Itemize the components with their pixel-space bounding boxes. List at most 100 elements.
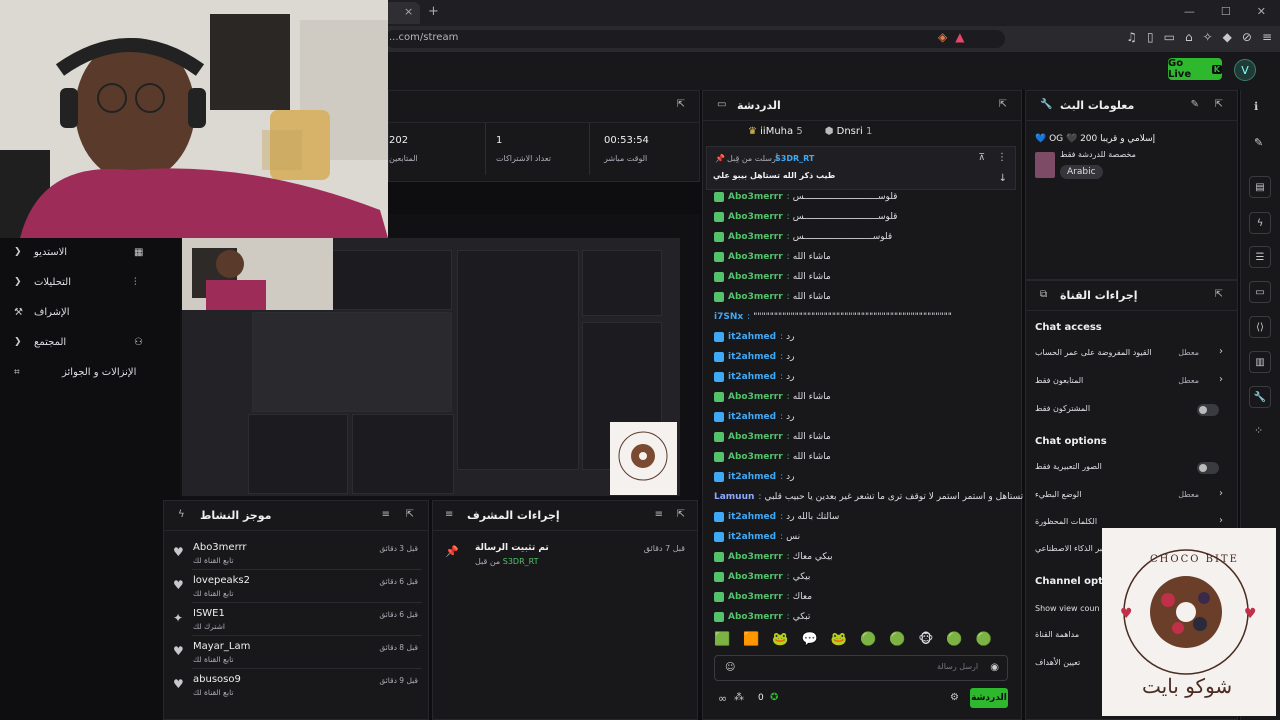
pinned-message[interactable]: 📌 أرسلت من قِبل S3DR_RT طيب ذكر الله تست…	[706, 146, 1016, 190]
chat-username[interactable]: Abo3merrr	[728, 272, 783, 282]
vpn-icon[interactable]: ⊘	[1242, 30, 1252, 44]
dots-icon[interactable]: ⁘	[1254, 424, 1263, 437]
brave-shield-icon[interactable]: ◈	[938, 30, 947, 44]
filter-icon[interactable]: ≡	[655, 509, 663, 520]
chat-username[interactable]: Abo3merrr	[728, 232, 783, 242]
info-icon[interactable]: ℹ	[1254, 100, 1258, 113]
pencil-icon[interactable]: ✎	[1254, 136, 1263, 149]
activity-user[interactable]: abusoso9	[193, 674, 241, 685]
chat-username[interactable]: it2ahmed	[728, 472, 776, 482]
collapse-icon[interactable]: ↓	[999, 173, 1007, 184]
popout-icon[interactable]: ⇱	[677, 509, 685, 520]
url-field[interactable]	[385, 30, 1005, 48]
stack-icon[interactable]: ▥	[1249, 351, 1271, 373]
activity-user[interactable]: Mayar_Lam	[193, 641, 250, 652]
users-icon[interactable]: ⁂	[734, 692, 744, 703]
list-icon[interactable]: ☰	[1249, 246, 1271, 268]
sparkle-icon[interactable]: ✧	[1203, 30, 1213, 44]
code-icon[interactable]: ⟨⟩	[1249, 316, 1271, 338]
infinity-icon[interactable]: ∞	[718, 692, 727, 705]
chat-username[interactable]: it2ahmed	[728, 372, 776, 382]
popout-icon[interactable]: ⇱	[999, 99, 1007, 110]
emote-only-toggle[interactable]	[1197, 462, 1219, 474]
popout-icon[interactable]: ⇱	[406, 509, 414, 520]
emote-icon[interactable]: 🟢	[946, 632, 962, 647]
chat-username[interactable]: Abo3merrr	[728, 192, 783, 202]
emote-icon[interactable]: 🟢	[976, 632, 992, 647]
popout-icon[interactable]: ⇱	[1215, 289, 1223, 300]
chat-username[interactable]: it2ahmed	[728, 332, 776, 342]
record-icon[interactable]: ◉	[990, 662, 999, 673]
chat-username[interactable]: Abo3merrr	[728, 452, 783, 462]
chat-username[interactable]: Abo3merrr	[728, 292, 783, 302]
emote-icon[interactable]: 🟢	[860, 632, 876, 647]
chat-username[interactable]: i7SNx	[714, 312, 743, 322]
chat-username[interactable]: it2ahmed	[728, 532, 776, 542]
chat-username[interactable]: it2ahmed	[728, 512, 776, 522]
shield-icon[interactable]: ◆	[1223, 30, 1232, 44]
tab-close-icon[interactable]: ×	[404, 5, 413, 18]
go-live-button[interactable]: Go Live K	[1168, 58, 1222, 80]
chat-username[interactable]: it2ahmed	[728, 352, 776, 362]
sidebar-item-moderation[interactable]: الإشراف ⚒	[0, 302, 160, 322]
wallet-icon[interactable]: ▭	[1164, 30, 1175, 44]
followers-only-setting[interactable]: المتابعون فقط معطل ›	[1035, 372, 1229, 392]
category-thumbnail[interactable]	[1035, 152, 1055, 178]
top-user[interactable]: ♛ iiMuha 5	[748, 126, 803, 137]
sidebar-item-analytics[interactable]: ❯ التحليلات ⫶	[0, 272, 160, 292]
emote-icon[interactable]: 🟢	[889, 632, 905, 647]
mod-action-by-user[interactable]: S3DR_RT	[503, 557, 539, 566]
lightning-icon[interactable]: ϟ	[1249, 212, 1271, 234]
rewards-icon[interactable]: ▲	[955, 30, 964, 44]
wrench-icon[interactable]: 🔧	[1249, 386, 1271, 408]
filter-icon[interactable]: ≡	[382, 509, 390, 520]
chat-username[interactable]: Abo3merrr	[728, 572, 783, 582]
chat-username[interactable]: Abo3merrr	[728, 252, 783, 262]
stream-category[interactable]: مخصصة للدردشة فقط	[1060, 150, 1136, 159]
music-icon[interactable]: ♫	[1126, 30, 1137, 44]
activity-user[interactable]: lovepeaks2	[193, 575, 250, 586]
edit-icon[interactable]: ✎	[1191, 99, 1199, 110]
top-user[interactable]: ⬢ Dnsri 1	[825, 126, 873, 137]
activity-user[interactable]: ISWE1	[193, 608, 225, 619]
emoji-icon[interactable]: ☺	[725, 662, 735, 673]
chat-ai-icon[interactable]: ⌂	[1185, 30, 1193, 44]
gear-icon[interactable]: ⚙	[950, 692, 959, 703]
minimize-icon[interactable]: —	[1184, 5, 1195, 18]
new-tab-icon[interactable]: +	[428, 4, 439, 19]
layout-icon[interactable]: ▤	[1249, 176, 1271, 198]
chat-username[interactable]: it2ahmed	[728, 412, 776, 422]
menu-icon[interactable]: ≡	[1262, 30, 1272, 44]
close-window-icon[interactable]: ✕	[1257, 5, 1266, 18]
chat-icon[interactable]: ▭	[1249, 281, 1271, 303]
emote-icon[interactable]: 🐵	[918, 632, 933, 647]
emote-icon[interactable]: 🟩	[714, 632, 730, 647]
sidebar-icon[interactable]: ▯	[1147, 30, 1154, 44]
popout-icon[interactable]: ⇱	[1215, 99, 1223, 110]
emote-icon[interactable]: 🐸	[831, 632, 847, 647]
chat-username[interactable]: Abo3merrr	[728, 432, 783, 442]
sidebar-item-studio[interactable]: ❯ الاستديو ▦	[0, 242, 160, 262]
emote-icon[interactable]: 💬	[802, 632, 818, 647]
profile-avatar[interactable]: V	[1234, 59, 1256, 81]
unpin-icon[interactable]: ⊼	[978, 153, 985, 163]
chat-username[interactable]: Abo3merrr	[728, 592, 783, 602]
chat-username[interactable]: Abo3merrr	[728, 212, 783, 222]
emote-icon[interactable]: 🐸	[772, 632, 788, 647]
sidebar-item-drops[interactable]: الإنزالات و الجوائز ⌗	[0, 362, 160, 382]
sidebar-item-community[interactable]: ❯ المجتمع ⚇	[0, 332, 160, 352]
chat-input[interactable]: ☺ ارسل رسالة ◉	[714, 655, 1008, 681]
chat-username[interactable]: Abo3merrr	[728, 552, 783, 562]
chat-username[interactable]: Abo3merrr	[728, 392, 783, 402]
account-age-setting[interactable]: القيود المفروضة على عمر الحساب معطل ›	[1035, 344, 1229, 364]
url-text[interactable]: ...com/stream	[389, 32, 458, 43]
activity-user[interactable]: Abo3merrr	[193, 542, 247, 553]
pinned-sender[interactable]: S3DR_RT	[775, 154, 814, 163]
send-chat-button[interactable]: الدردشة	[970, 688, 1008, 708]
maximize-icon[interactable]: ☐	[1221, 5, 1231, 18]
emote-icon[interactable]: 🟧	[743, 632, 759, 647]
slow-mode-setting[interactable]: الوضع البطيء معطل ›	[1035, 486, 1229, 506]
more-icon[interactable]: ⋮	[997, 152, 1007, 163]
chat-username[interactable]: Lamuun	[714, 492, 754, 502]
subscribers-only-toggle[interactable]	[1197, 404, 1219, 416]
